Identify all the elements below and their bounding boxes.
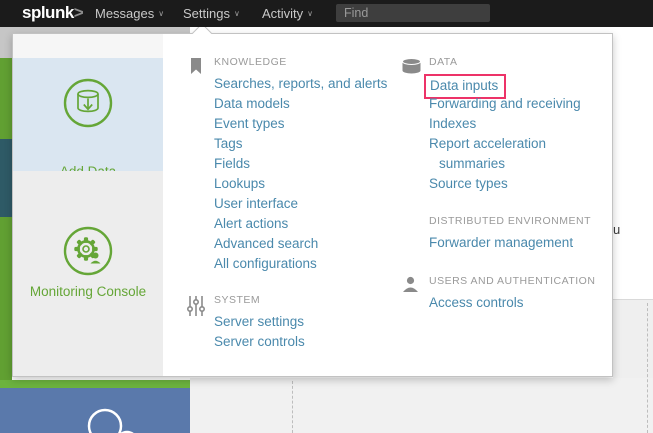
find-search-box bbox=[336, 4, 490, 22]
chevron-down-icon bbox=[307, 9, 313, 18]
group-title: DATA bbox=[429, 56, 629, 70]
menu-item-forwarder-management[interactable]: Forwarder management bbox=[429, 233, 629, 253]
menu-group-users-authentication: USERS AND AUTHENTICATION Access controls bbox=[429, 275, 629, 313]
menu-item-indexes[interactable]: Indexes bbox=[429, 114, 629, 134]
tile-column-top bbox=[13, 34, 163, 58]
dashed-divider bbox=[647, 303, 648, 433]
menu-item-lookups[interactable]: Lookups bbox=[214, 174, 414, 194]
menu-item-event-types[interactable]: Event types bbox=[214, 114, 414, 134]
menu-item-data-inputs[interactable]: Data inputs bbox=[429, 74, 629, 94]
group-title: KNOWLEDGE bbox=[214, 56, 414, 70]
menu-group-knowledge: KNOWLEDGE Searches, reports, and alerts … bbox=[214, 56, 414, 274]
menu-item-fields[interactable]: Fields bbox=[214, 154, 414, 174]
add-data-icon bbox=[62, 77, 114, 129]
app-tile-top-border bbox=[0, 380, 190, 388]
apps-panel-edge bbox=[0, 58, 12, 139]
group-title: DISTRIBUTED ENVIRONMENT bbox=[429, 215, 629, 229]
search-app-icon bbox=[0, 388, 190, 433]
database-icon bbox=[401, 58, 422, 74]
bookmark-icon bbox=[190, 58, 202, 75]
monitoring-console-label: Monitoring Console bbox=[13, 284, 163, 299]
chevron-down-icon bbox=[158, 9, 164, 18]
group-title: SYSTEM bbox=[214, 294, 414, 308]
nav-activity[interactable]: Activity bbox=[262, 6, 313, 21]
monitoring-console-icon bbox=[62, 225, 114, 277]
add-data-tile[interactable]: Add Data bbox=[13, 58, 163, 171]
sliders-icon bbox=[187, 296, 205, 316]
menu-item-report-acceleration-summaries[interactable]: Report acceleration summaries bbox=[429, 134, 587, 174]
menu-item-searches-reports-alerts[interactable]: Searches, reports, and alerts bbox=[214, 74, 414, 94]
menu-item-access-controls[interactable]: Access controls bbox=[429, 293, 629, 313]
user-icon bbox=[402, 276, 419, 292]
find-input[interactable] bbox=[336, 4, 490, 22]
chevron-down-icon bbox=[234, 9, 240, 18]
group-title: USERS AND AUTHENTICATION bbox=[429, 275, 629, 289]
apps-panel-edge bbox=[0, 139, 12, 217]
splunk-logo[interactable]: splunk> bbox=[22, 3, 83, 23]
menu-item-source-types[interactable]: Source types bbox=[429, 174, 629, 194]
top-navbar: splunk> Messages Settings Activity bbox=[0, 0, 653, 27]
page-section bbox=[190, 378, 653, 433]
nav-settings[interactable]: Settings bbox=[183, 6, 240, 21]
menu-item-tags[interactable]: Tags bbox=[214, 134, 414, 154]
menu-group-data: DATA Data inputs Forwarding and receivin… bbox=[429, 56, 629, 194]
logo-caret: > bbox=[74, 3, 83, 22]
apps-panel-edge bbox=[0, 217, 12, 380]
menu-group-system: SYSTEM Server settings Server controls bbox=[214, 294, 414, 352]
menu-item-server-settings[interactable]: Server settings bbox=[214, 312, 414, 332]
menu-item-user-interface[interactable]: User interface bbox=[214, 194, 414, 214]
menu-item-all-configurations[interactable]: All configurations bbox=[214, 254, 414, 274]
settings-dropdown-menu: Add Data bbox=[12, 33, 613, 377]
nav-messages[interactable]: Messages bbox=[95, 6, 164, 21]
menu-item-forwarding-receiving[interactable]: Forwarding and receiving bbox=[429, 94, 629, 114]
page-header-strip bbox=[0, 34, 12, 58]
dashed-divider bbox=[292, 381, 293, 433]
menu-item-alert-actions[interactable]: Alert actions bbox=[214, 214, 414, 234]
search-app-tile[interactable] bbox=[0, 388, 190, 433]
monitoring-console-tile[interactable]: Monitoring Console bbox=[13, 171, 163, 376]
shortcut-tile-column: Add Data bbox=[13, 34, 163, 376]
menu-item-server-controls[interactable]: Server controls bbox=[214, 332, 414, 352]
menu-item-data-models[interactable]: Data models bbox=[214, 94, 414, 114]
menu-item-advanced-search[interactable]: Advanced search bbox=[214, 234, 414, 254]
menu-group-distributed-environment: DISTRIBUTED ENVIRONMENT Forwarder manage… bbox=[429, 215, 629, 253]
